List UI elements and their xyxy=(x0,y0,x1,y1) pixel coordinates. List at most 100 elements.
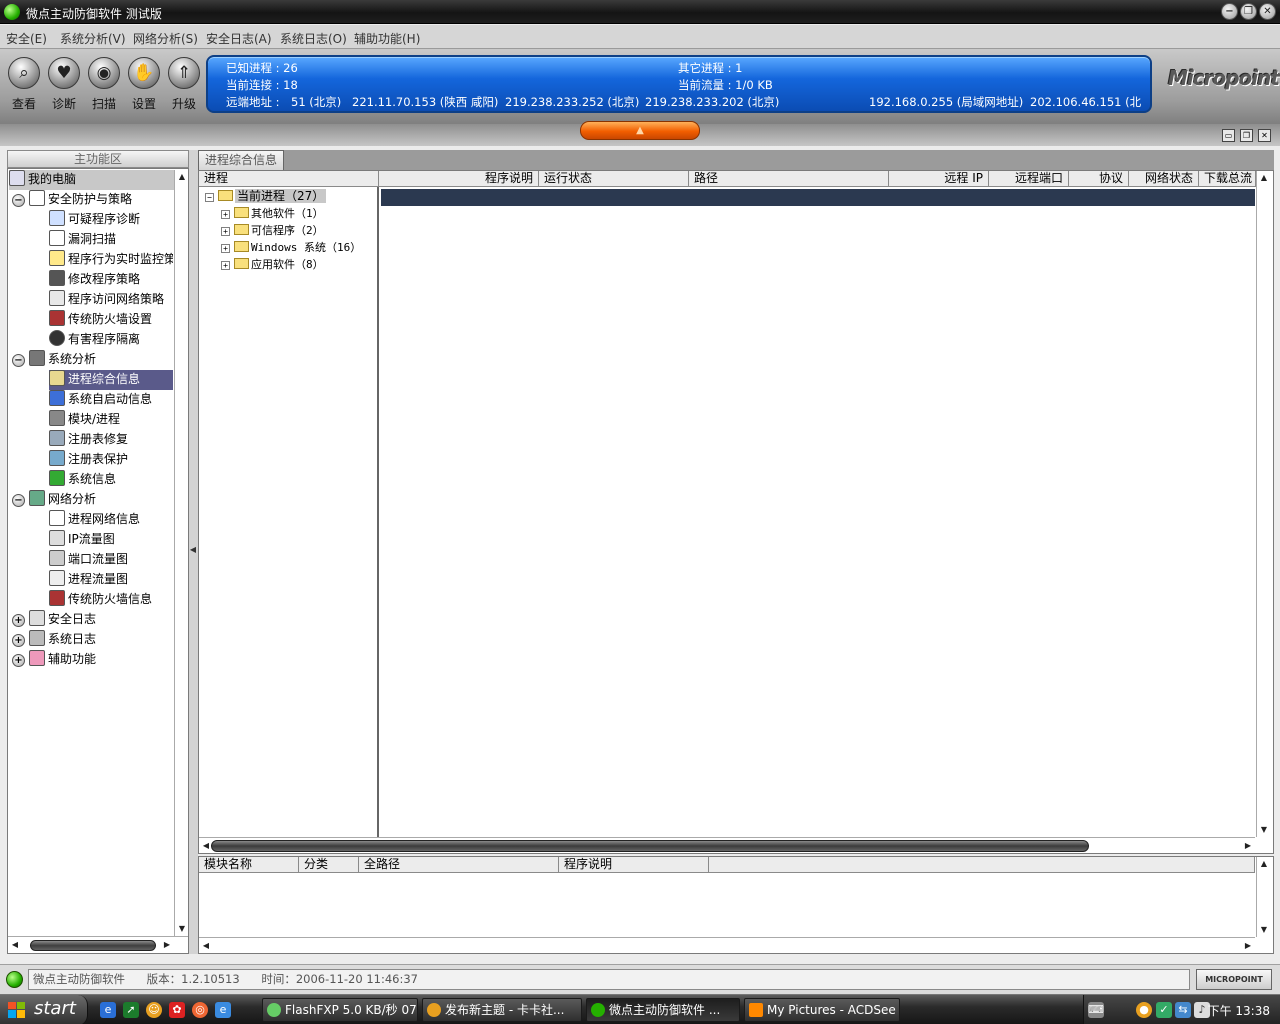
expand-icon[interactable]: + xyxy=(12,634,25,647)
tree-item-process-traffic[interactable]: 进程流量图 xyxy=(49,570,128,590)
tree-item-quarantine[interactable]: 有害程序隔离 xyxy=(49,330,140,350)
scroll-left-icon[interactable]: ◀ xyxy=(199,939,213,953)
process-horizontal-scrollbar[interactable]: ◀ ▶ xyxy=(199,837,1255,853)
module-vertical-scrollbar[interactable]: ▲ ▼ xyxy=(1256,857,1272,937)
flower-quicklaunch-icon[interactable]: ✿ xyxy=(169,1002,185,1018)
scroll-up-icon[interactable]: ▲ xyxy=(1257,857,1271,871)
scroll-down-icon[interactable]: ▼ xyxy=(1257,823,1271,837)
panel-close-icon[interactable]: ✕ xyxy=(1258,129,1271,142)
firefox-quicklaunch-icon[interactable]: ◎ xyxy=(192,1002,208,1018)
module-horizontal-scrollbar[interactable]: ◀ ▶ xyxy=(199,937,1255,953)
column-header-remote-port[interactable]: 远程端口 xyxy=(989,171,1069,187)
tree-item-port-traffic[interactable]: 端口流量图 xyxy=(49,550,128,570)
column-header-process[interactable]: 进程 xyxy=(199,171,379,187)
tree-group-system-log[interactable]: 系统日志 xyxy=(29,630,96,650)
menu-aux[interactable]: 辅助功能(H) xyxy=(354,30,420,47)
scan-button[interactable]: ◉ 扫描 xyxy=(85,57,123,112)
tree-group-aux[interactable]: 辅助功能 xyxy=(29,650,96,670)
tree-item-vuln-scan[interactable]: 漏洞扫描 xyxy=(49,230,116,250)
arrow-quicklaunch-icon[interactable]: ➚ xyxy=(123,1002,139,1018)
expand-icon[interactable]: + xyxy=(221,210,230,219)
menu-system-analysis[interactable]: 系统分析(V) xyxy=(60,30,126,47)
column-header-category[interactable]: 分类 xyxy=(299,857,359,873)
collapse-icon[interactable]: − xyxy=(205,193,214,202)
expand-icon[interactable]: + xyxy=(12,654,25,667)
collapse-icon[interactable]: − xyxy=(12,494,25,507)
collapse-icon[interactable]: − xyxy=(12,354,25,367)
process-tree-root[interactable]: − 当前进程（27） xyxy=(205,188,327,205)
keyboard-tray-icon[interactable]: ⌨ xyxy=(1088,1002,1104,1018)
tree-item-autostart[interactable]: 系统自启动信息 xyxy=(49,390,152,410)
collapse-icon[interactable]: − xyxy=(12,194,25,207)
tree-item-behavior-monitor[interactable]: 程序行为实时监控策略 xyxy=(49,250,173,270)
menu-security-log[interactable]: 安全日志(A) xyxy=(206,30,272,47)
scroll-thumb[interactable] xyxy=(211,840,1089,852)
tree-item-ip-traffic[interactable]: IP流量图 xyxy=(49,530,115,550)
tree-item-system-info[interactable]: 系统信息 xyxy=(49,470,116,490)
scroll-right-icon[interactable]: ▶ xyxy=(1241,939,1255,953)
upgrade-button[interactable]: ⇑ 升级 xyxy=(165,57,203,112)
diagnose-button[interactable]: ♥ 诊断 xyxy=(45,57,83,112)
tree-item-firewall-info[interactable]: 传统防火墙信息 xyxy=(49,590,152,610)
start-button[interactable]: start xyxy=(0,995,88,1024)
panel-restore-icon[interactable]: ❐ xyxy=(1240,129,1253,142)
close-button[interactable]: ✕ xyxy=(1259,3,1276,20)
process-group-windows[interactable]: + Windows 系统（16） xyxy=(221,239,361,256)
tree-root-my-computer[interactable]: 我的电脑 xyxy=(9,170,174,190)
column-header-network-status[interactable]: 网络状态 xyxy=(1129,171,1199,187)
scroll-down-icon[interactable]: ▼ xyxy=(1257,923,1271,937)
tree-item-suspicious-diagnose[interactable]: 可疑程序诊断 xyxy=(49,210,140,230)
panel-minimize-icon[interactable]: ▭ xyxy=(1222,129,1235,142)
view-button[interactable]: ⌕ 查看 xyxy=(5,57,43,112)
expand-icon[interactable]: + xyxy=(221,244,230,253)
scroll-up-icon[interactable]: ▲ xyxy=(175,170,189,184)
tree-item-modify-policy[interactable]: 修改程序策略 xyxy=(49,270,140,290)
tree-item-process-network[interactable]: 进程网络信息 xyxy=(49,510,140,530)
column-header-status[interactable]: 运行状态 xyxy=(539,171,689,187)
menu-security[interactable]: 安全(E) xyxy=(6,30,47,47)
column-header-program-desc[interactable]: 程序说明 xyxy=(559,857,709,873)
tree-item-firewall-settings[interactable]: 传统防火墙设置 xyxy=(49,310,152,330)
menu-network-analysis[interactable]: 网络分析(S) xyxy=(133,30,198,47)
settings-button[interactable]: ✋ 设置 xyxy=(125,57,163,112)
scroll-up-icon[interactable]: ▲ xyxy=(1257,171,1271,185)
column-header-download[interactable]: 下载总流 xyxy=(1199,171,1256,187)
ie-quicklaunch-icon[interactable]: e xyxy=(215,1002,231,1018)
tree-item-registry-protect[interactable]: 注册表保护 xyxy=(49,450,128,470)
process-vertical-scrollbar[interactable]: ▲ ▼ xyxy=(1256,171,1272,837)
column-header-module-name[interactable]: 模块名称 xyxy=(199,857,299,873)
tree-item-registry-repair[interactable]: 注册表修复 xyxy=(49,430,128,450)
tree-item-network-policy[interactable]: 程序访问网络策略 xyxy=(49,290,164,310)
scroll-down-icon[interactable]: ▼ xyxy=(175,922,189,936)
restore-button[interactable]: ❐ xyxy=(1240,3,1257,20)
tray-shield-icon[interactable]: ✓ xyxy=(1156,1002,1172,1018)
menu-system-log[interactable]: 系统日志(O) xyxy=(280,30,347,47)
process-group-trusted[interactable]: + 可信程序（2） xyxy=(221,222,324,239)
network-tray-icon[interactable]: ⇆ xyxy=(1175,1002,1191,1018)
tree-group-security-log[interactable]: 安全日志 xyxy=(29,610,96,630)
tree-item-module-process[interactable]: 模块/进程 xyxy=(49,410,120,430)
minimize-button[interactable]: − xyxy=(1221,3,1238,20)
tree-item-process-info[interactable]: 进程综合信息 xyxy=(49,370,173,390)
task-flashfxp[interactable]: FlashFXP 5.0 KB/秒 07... xyxy=(262,998,418,1022)
scroll-right-icon[interactable]: ▶ xyxy=(160,938,174,952)
collapse-toolbar-button[interactable]: ▲ xyxy=(580,121,700,140)
tree-group-security[interactable]: 安全防护与策略 xyxy=(29,190,132,210)
scroll-right-icon[interactable]: ▶ xyxy=(1241,839,1255,853)
column-header-full-path[interactable]: 全路径 xyxy=(359,857,559,873)
task-forum[interactable]: 发布新主题 - 卡卡社... xyxy=(422,998,582,1022)
scroll-left-icon[interactable]: ◀ xyxy=(8,938,22,952)
column-header-remote-ip[interactable]: 远程 IP xyxy=(889,171,989,187)
scroll-thumb[interactable] xyxy=(30,940,156,951)
task-micropoint[interactable]: 微点主动防御软件 ... xyxy=(586,998,740,1022)
process-group-other[interactable]: + 其他软件（1） xyxy=(221,205,324,222)
expand-icon[interactable]: + xyxy=(221,261,230,270)
panel-splitter[interactable]: ◀ xyxy=(189,150,198,954)
column-header-description[interactable]: 程序说明 xyxy=(379,171,539,187)
column-header-path[interactable]: 路径 xyxy=(689,171,889,187)
expand-icon[interactable]: + xyxy=(12,614,25,627)
tree-group-system-analysis[interactable]: 系统分析 xyxy=(29,350,96,370)
face-quicklaunch-icon[interactable]: ☺ xyxy=(146,1002,162,1018)
expand-icon[interactable]: + xyxy=(221,227,230,236)
process-group-apps[interactable]: + 应用软件（8） xyxy=(221,256,324,273)
